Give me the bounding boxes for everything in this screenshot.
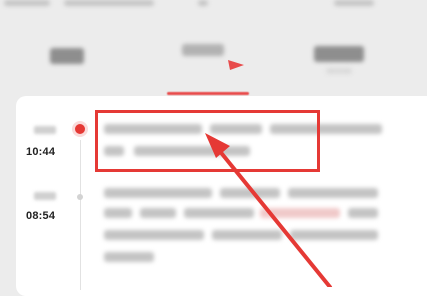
tab-indicator-arrowhead: [228, 60, 244, 70]
annotation-arrow: [205, 60, 332, 287]
annotation-arrow-shaft: [212, 142, 332, 287]
annotation-arrow-head: [205, 133, 230, 158]
